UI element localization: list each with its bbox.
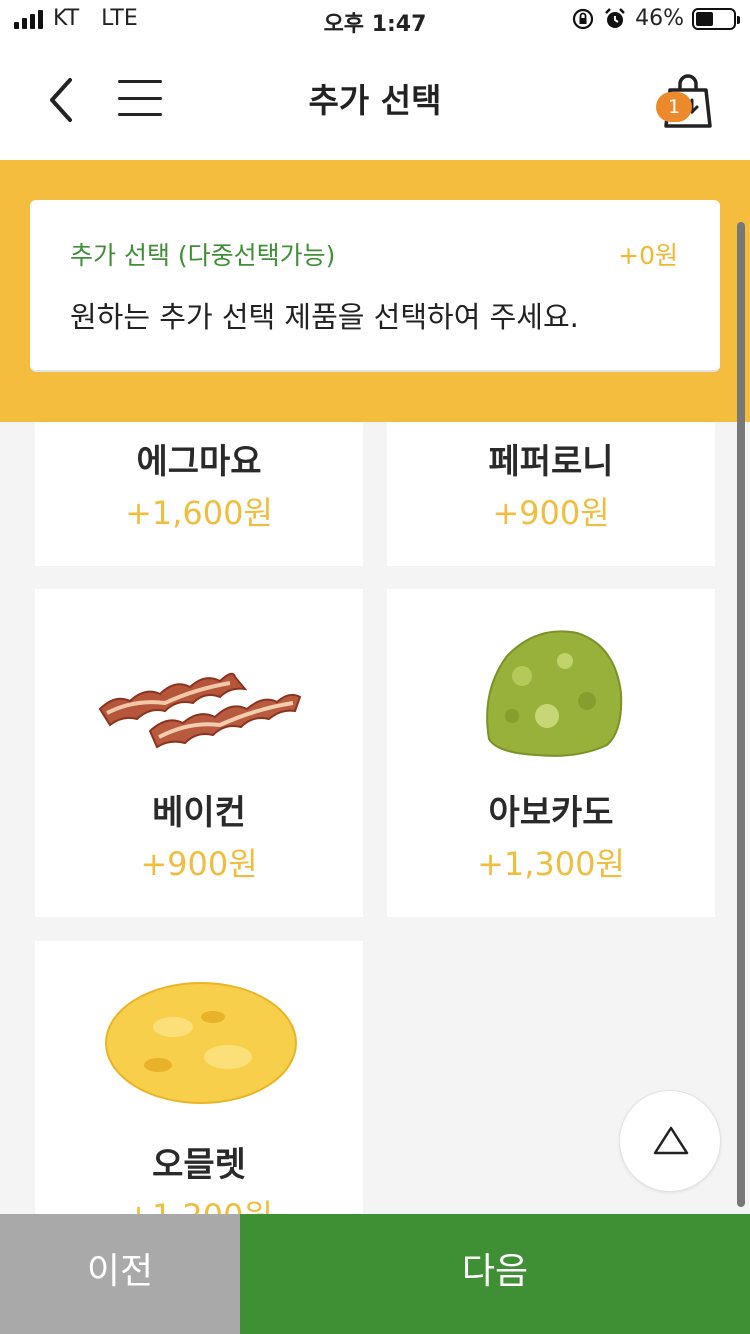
option-card[interactable]: 오믈렛 +1,200원 — [35, 941, 363, 1214]
alarm-icon — [605, 7, 625, 28]
option-card[interactable]: 아보카도 +1,300원 — [387, 589, 715, 917]
option-name: 에그마요 — [136, 442, 262, 482]
option-price: +1,600원 — [125, 494, 273, 532]
rotation-lock-icon — [572, 8, 594, 29]
option-card[interactable]: 에그마요 +1,600원 — [35, 422, 363, 566]
status-bar: KT LTE 오후 1:47 46% — [0, 0, 750, 40]
avocado-image — [486, 630, 623, 757]
prev-button[interactable]: 이전 — [0, 1214, 240, 1334]
option-price: +1,300원 — [477, 845, 625, 883]
option-name: 페퍼로니 — [488, 442, 614, 482]
option-name: 아보카도 — [488, 793, 614, 833]
cart-count-badge: 1 — [656, 92, 692, 122]
info-description: 원하는 추가 선택 제품을 선택하여 주세요. — [70, 300, 579, 334]
scrollbar[interactable] — [737, 222, 745, 1207]
selection-info-panel: 추가 선택 (다중선택가능) +0원 원하는 추가 선택 제품을 선택하여 주세… — [0, 160, 750, 422]
option-card[interactable]: 베이컨 +900원 — [35, 589, 363, 917]
option-price: +900원 — [492, 494, 610, 532]
option-name: 베이컨 — [152, 793, 246, 833]
info-card: 추가 선택 (다중선택가능) +0원 원하는 추가 선택 제품을 선택하여 주세… — [30, 200, 720, 372]
info-price: +0원 — [618, 241, 678, 270]
battery-percent: 46% — [635, 6, 684, 31]
option-card[interactable]: 페퍼로니 +900원 — [387, 422, 715, 566]
status-right: 46% — [571, 6, 740, 31]
option-name: 오믈렛 — [152, 1145, 246, 1185]
info-title: 추가 선택 (다중선택가능) — [70, 241, 336, 270]
options-grid: 에그마요 +1,600원 페퍼로니 +900원 베이컨 +900원 아보카도 +… — [0, 422, 750, 1214]
omelette-image — [105, 982, 297, 1104]
next-button[interactable]: 다음 — [240, 1214, 750, 1334]
page-title: 추가 선택 — [308, 81, 442, 120]
option-price: +900원 — [140, 845, 258, 883]
battery-fill — [696, 11, 713, 26]
triangle-up-icon — [653, 1126, 689, 1155]
bacon-image — [98, 672, 302, 749]
battery-icon — [692, 7, 740, 30]
scroll-to-top-button[interactable] — [619, 1090, 721, 1192]
app-header: 추가 선택 1 — [0, 40, 750, 160]
option-price: +1,200원 — [35, 1191, 363, 1214]
